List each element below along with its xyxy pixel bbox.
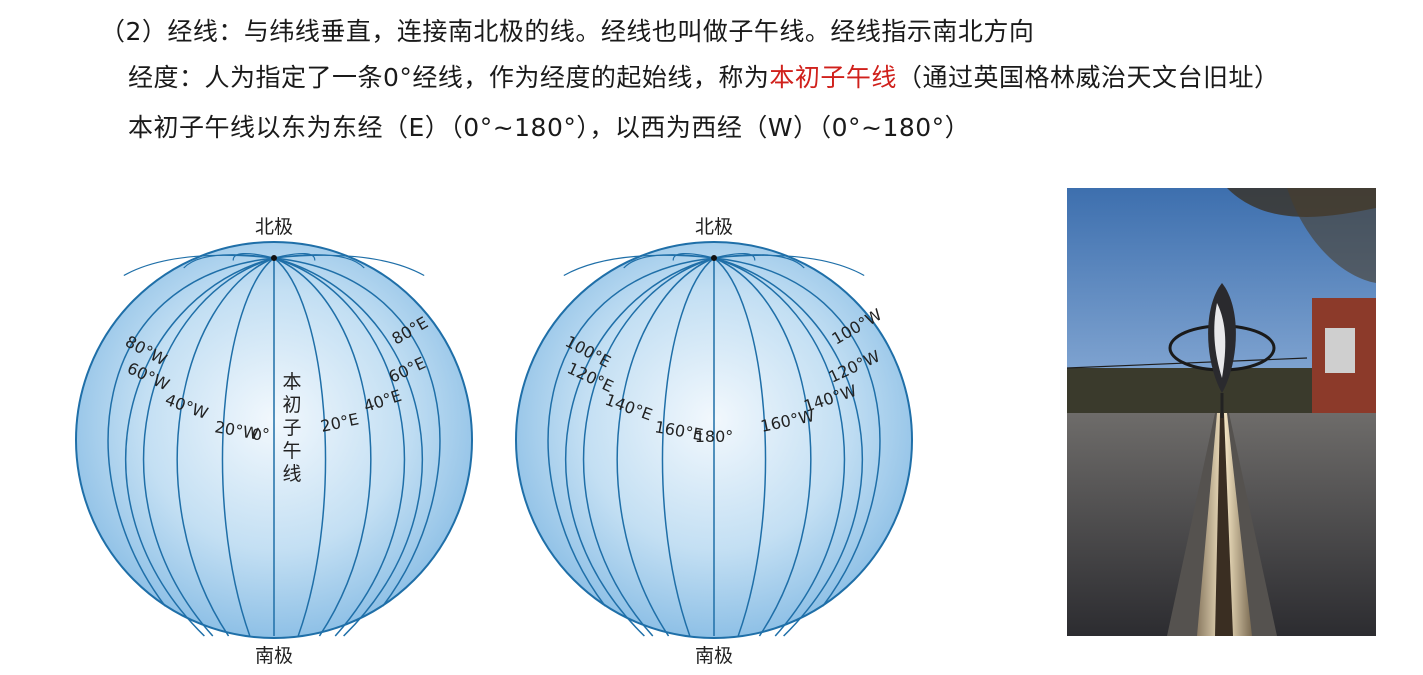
prime-meridian-label-char: 初	[282, 394, 301, 416]
north-pole-dot	[711, 255, 717, 261]
center-longitude-label: 180°	[695, 427, 734, 446]
center-longitude-label: 0°	[252, 425, 270, 444]
globe-prime-meridian: 北极南极80°W60°W40°W20°W 20°E40°E60°E80°E0°本初…	[75, 216, 473, 667]
south-pole-label: 南极	[695, 645, 733, 667]
prime-meridian-label-char: 子	[282, 417, 301, 439]
north-pole-dot	[271, 255, 277, 261]
prime-meridian-label-char: 午	[282, 440, 301, 462]
north-pole-label: 北极	[255, 216, 293, 238]
greenwich-photo	[1067, 188, 1376, 636]
globe-180-meridian: 北极南极100°E120°E140°E160°E 160°W140°W120°W1…	[515, 216, 913, 667]
globe-diagrams: 北极南极80°W60°W40°W20°W 20°E40°E60°E80°E0°本初…	[75, 216, 913, 667]
north-pole-label: 北极	[695, 216, 733, 238]
prime-meridian-label-char: 本	[282, 371, 301, 393]
south-pole-label: 南极	[255, 645, 293, 667]
prime-meridian-label-char: 线	[282, 463, 301, 485]
